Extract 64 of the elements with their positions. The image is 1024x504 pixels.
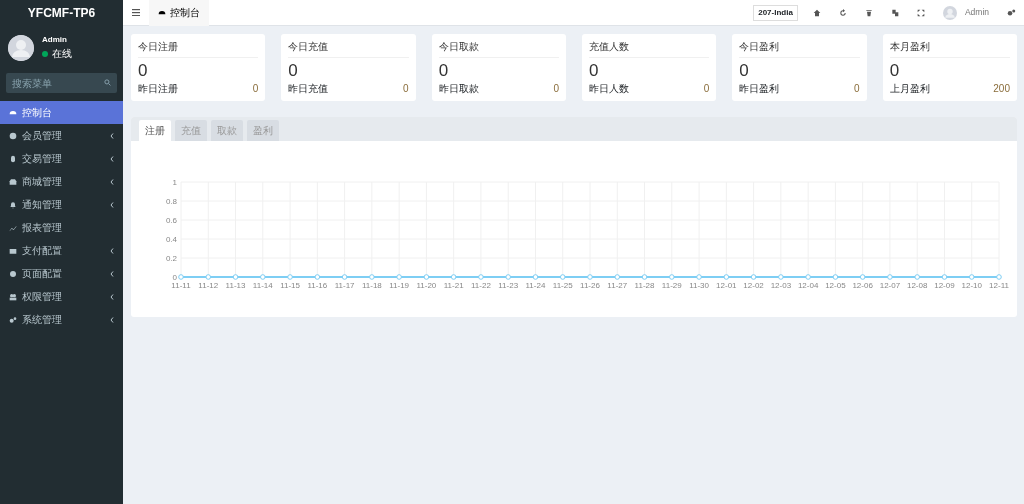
x-tick-label: 12-04 [797, 281, 819, 291]
x-tick-label: 11-30 [689, 281, 709, 291]
stat-title: 今日充值 [288, 41, 329, 52]
x-tick-label: 11-29 [661, 281, 682, 291]
x-tick-label: 12-06 [852, 281, 873, 291]
x-tick-label: 12-02 [743, 281, 764, 291]
x-tick-label: 11-24 [525, 281, 546, 291]
x-tick-label: 11-16 [307, 281, 328, 291]
x-tick-label: 11-21 [443, 281, 464, 291]
stat-title: 充值人数 [589, 41, 629, 52]
user-status: 在线 [52, 47, 72, 61]
stat-label: 昨日充值 [288, 82, 329, 97]
x-tick-label: 12-01 [716, 281, 737, 291]
y-tick-label: 0.4 [165, 235, 177, 245]
x-tick-label: 11-13 [225, 281, 246, 291]
user-name: Admin [42, 34, 68, 46]
y-tick-label: 0.2 [165, 254, 177, 264]
y-tick-label: 1 [172, 178, 177, 188]
x-tick-label: 11-12 [198, 281, 219, 291]
stat-sub-value: 0 [703, 82, 710, 97]
x-tick-label: 12-08 [906, 281, 928, 291]
x-tick-label: 11-19 [389, 281, 410, 291]
x-tick-label: 11-11 [171, 281, 191, 291]
stat-title: 今日注册 [138, 41, 178, 52]
x-tick-label: 11-20 [416, 281, 437, 291]
stat-value: 0 [288, 61, 298, 80]
stat-label: 昨日人数 [589, 82, 629, 97]
stat-title: 今日取款 [438, 41, 479, 52]
x-tick-label: 11-27 [607, 281, 628, 291]
stat-label: 上月盈利 [889, 82, 930, 97]
stat-value: 0 [589, 61, 599, 80]
x-tick-label: 11-25 [552, 281, 573, 291]
brand-title: YFCMF-TP6 [27, 5, 96, 22]
x-tick-label: 11-26 [580, 281, 600, 291]
stat-label: 昨日取款 [438, 82, 479, 97]
stat-label: 昨日注册 [138, 82, 178, 97]
x-tick-label: 11-28 [634, 281, 655, 291]
x-tick-label: 11-23 [498, 281, 519, 291]
stat-value: 0 [138, 61, 148, 80]
x-tick-label: 12-03 [770, 281, 792, 291]
stat-value: 0 [889, 61, 900, 80]
x-tick-label: 12-07 [879, 281, 901, 291]
stat-sub-value: 0 [854, 82, 860, 97]
x-tick-label: 11-17 [334, 281, 355, 291]
y-tick-label: 0 [172, 273, 177, 283]
x-tick-label: 11-18 [361, 281, 382, 291]
x-tick-label: 11-14 [252, 281, 273, 291]
stat-title: 本月盈利 [889, 41, 930, 52]
x-tick-label: 11-22 [471, 281, 491, 291]
stat-sub-value: 0 [553, 82, 559, 97]
stat-title: 今日盈利 [739, 41, 780, 52]
y-tick-label: 0.8 [165, 197, 177, 207]
x-tick-label: 12-05 [825, 281, 846, 291]
stat-value: 0 [438, 61, 449, 80]
x-tick-label: 12-10 [961, 281, 982, 291]
x-tick-label: 11-15 [280, 281, 300, 291]
stat-sub-value: 0 [403, 82, 409, 97]
x-tick-label: 12-11 [989, 281, 1009, 291]
x-tick-label: 12-09 [934, 281, 955, 291]
y-tick-label: 0.6 [165, 216, 177, 226]
stat-value: 0 [739, 61, 749, 80]
stat-label: 昨日盈利 [739, 82, 780, 97]
stat-sub-value: 0 [252, 82, 259, 97]
stat-sub-value: 200 [993, 82, 1010, 97]
